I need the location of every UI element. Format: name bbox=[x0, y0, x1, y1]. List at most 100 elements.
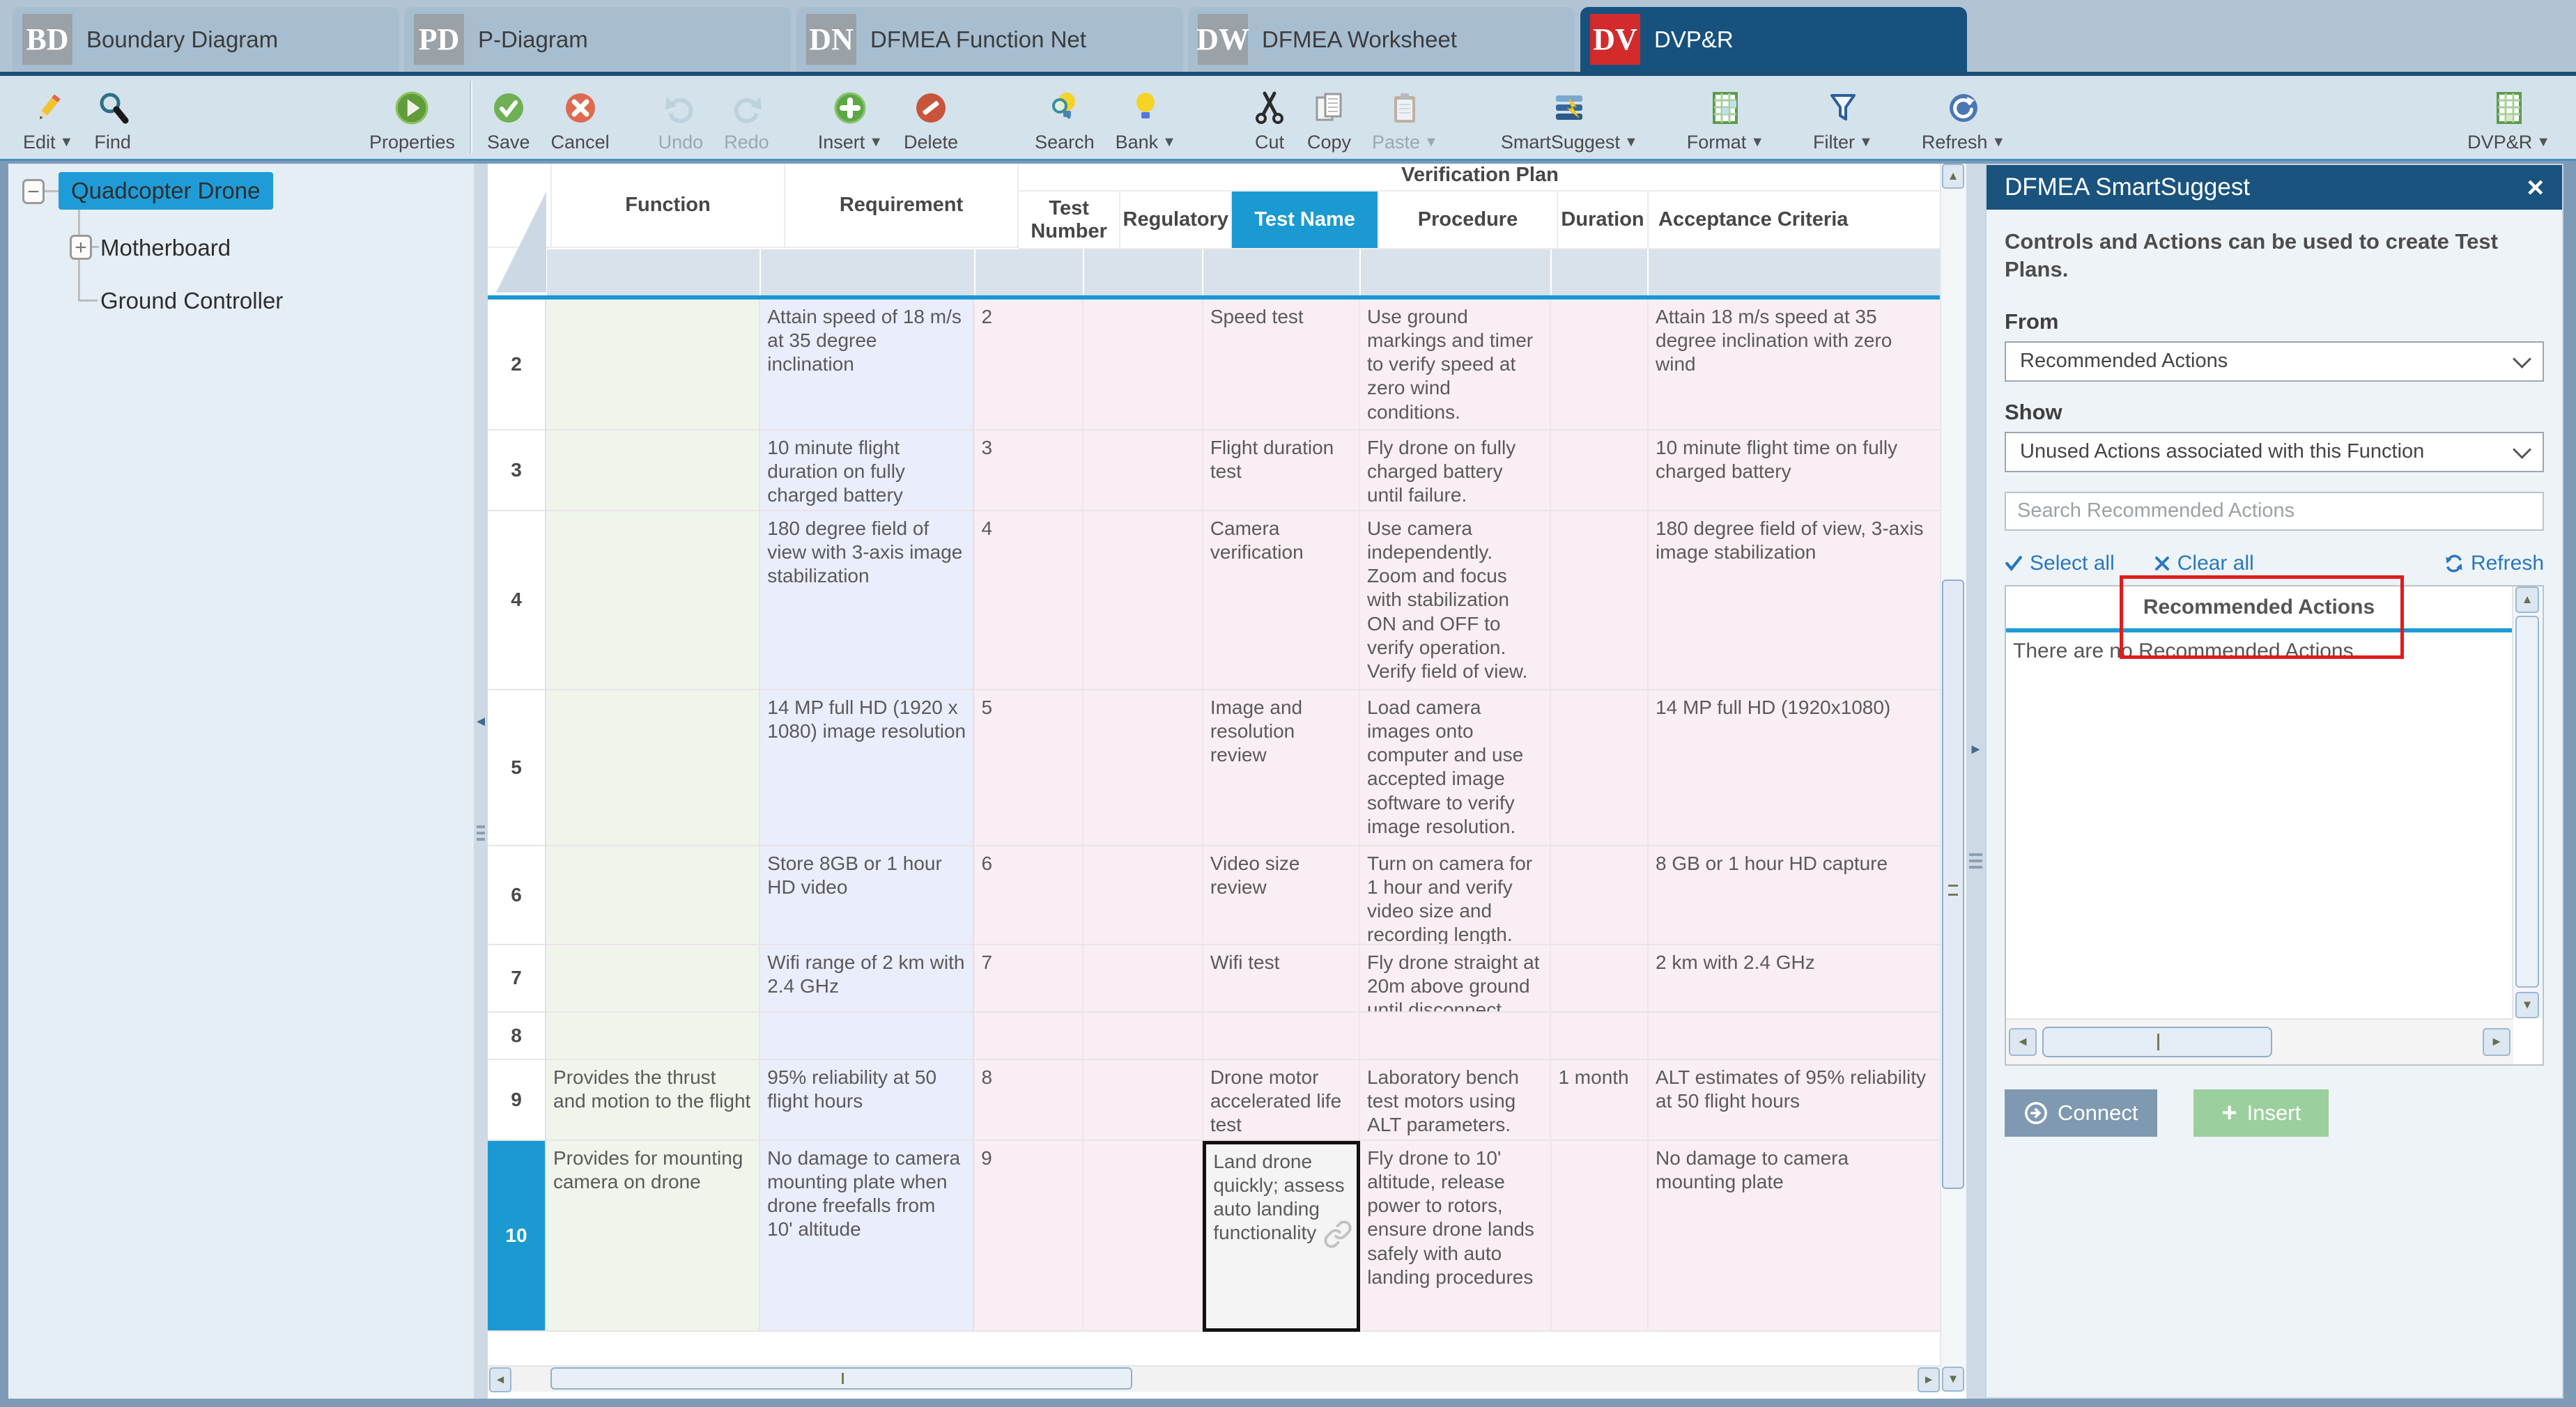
cell-procedure-row-2[interactable]: Use ground markings and timer to verify … bbox=[1360, 300, 1551, 430]
scroll-down-icon[interactable]: ▼ bbox=[1942, 1367, 1964, 1392]
clear-all-link[interactable]: Clear all bbox=[2154, 552, 2254, 575]
cell-test_name-row-2[interactable]: Speed test bbox=[1203, 300, 1360, 430]
cell-requirement-row-5[interactable]: 14 MP full HD (1920 x 1080) image resolu… bbox=[760, 690, 974, 846]
cell-acceptance-row-9[interactable]: ALT estimates of 95% reliability at 50 f… bbox=[1649, 1060, 1941, 1141]
cell-test_number-row-4[interactable]: 4 bbox=[974, 511, 1083, 690]
select-all-link[interactable]: Select all bbox=[2005, 552, 2115, 575]
edit-button[interactable]: Edit▼ bbox=[13, 76, 84, 159]
tree-node-quadcopter-drone[interactable]: Quadcopter Drone bbox=[59, 172, 273, 210]
cell-acceptance-row-7[interactable]: 2 km with 2.4 GHz bbox=[1649, 945, 1941, 1013]
row-header-9[interactable]: 9 bbox=[488, 1060, 546, 1141]
column-header-requirement[interactable]: Requirement bbox=[785, 164, 1019, 248]
from-dropdown[interactable]: Recommended Actions bbox=[2005, 341, 2544, 382]
cell-regulatory-row-5[interactable] bbox=[1083, 690, 1203, 846]
cell-procedure-row-8[interactable] bbox=[1360, 1013, 1551, 1060]
horizontal-scroll-thumb[interactable] bbox=[550, 1367, 1132, 1390]
column-header-regulatory[interactable]: Regulatory bbox=[1120, 192, 1232, 249]
cell-function-row-6[interactable] bbox=[546, 846, 760, 945]
expand-node-icon[interactable]: + bbox=[70, 235, 92, 260]
cell-acceptance-row-6[interactable]: 8 GB or 1 hour HD capture bbox=[1649, 846, 1941, 945]
scroll-right-icon[interactable]: ► bbox=[1918, 1367, 1940, 1392]
column-header-procedure[interactable]: Procedure bbox=[1379, 192, 1558, 249]
column-header-acceptance-criteria[interactable]: Acceptance Criteria bbox=[1649, 192, 1941, 249]
cell-test_number-row-6[interactable]: 6 bbox=[974, 846, 1083, 945]
cell-duration-row-10[interactable] bbox=[1552, 1141, 1649, 1332]
cell-duration-row-6[interactable] bbox=[1551, 846, 1649, 945]
collapse-node-icon[interactable]: − bbox=[22, 179, 45, 204]
list-vertical-scrollbar[interactable]: ▲ ▼ bbox=[2512, 586, 2543, 1018]
cell-regulatory-row-2[interactable] bbox=[1083, 300, 1203, 430]
column-header-function[interactable]: Function bbox=[552, 164, 785, 248]
row-header-5[interactable]: 5 bbox=[488, 690, 546, 846]
table-vertical-scrollbar[interactable]: ▲ ▼ bbox=[1940, 164, 1966, 1392]
cell-acceptance-row-4[interactable]: 180 degree field of view, 3-axis image s… bbox=[1649, 511, 1941, 690]
row-header-4[interactable]: 4 bbox=[488, 511, 546, 690]
insert-button[interactable]: Insert▼ bbox=[808, 76, 893, 159]
cell-test_name-row-3[interactable]: Flight duration test bbox=[1203, 430, 1360, 511]
collapse-left-icon[interactable]: ◄ bbox=[474, 714, 488, 730]
search-button[interactable]: Search bbox=[1024, 76, 1105, 159]
left-splitter[interactable]: ◄ bbox=[474, 164, 488, 1399]
cell-duration-row-4[interactable] bbox=[1551, 511, 1649, 690]
scroll-up-icon[interactable]: ▲ bbox=[1942, 164, 1964, 189]
cell-procedure-row-4[interactable]: Use camera independently. Zoom and focus… bbox=[1360, 511, 1551, 690]
refresh-link[interactable]: Refresh bbox=[2444, 552, 2544, 575]
tab-dvpr[interactable]: DV DVP&R bbox=[1580, 7, 1967, 72]
redo-button[interactable]: Redo bbox=[714, 76, 780, 159]
cell-regulatory-row-3[interactable] bbox=[1083, 430, 1203, 511]
cell-function-row-2[interactable] bbox=[546, 300, 760, 430]
cell-regulatory-row-6[interactable] bbox=[1083, 846, 1203, 945]
tab-p-diagram[interactable]: PD P-Diagram bbox=[404, 7, 791, 72]
cell-procedure-row-7[interactable]: Fly drone straight at 20m above ground u… bbox=[1360, 945, 1551, 1013]
cell-test_name-row-4[interactable]: Camera verification bbox=[1203, 511, 1360, 690]
cell-test_number-row-8[interactable] bbox=[974, 1013, 1083, 1060]
cell-acceptance-row-8[interactable] bbox=[1649, 1013, 1941, 1060]
scroll-down-icon[interactable]: ▼ bbox=[2515, 992, 2539, 1018]
horizontal-scroll-thumb[interactable] bbox=[2042, 1027, 2272, 1057]
recommended-actions-header[interactable]: Recommended Actions bbox=[2006, 586, 2512, 628]
insert-action-button[interactable]: + Insert bbox=[2193, 1089, 2329, 1137]
cell-function-row-7[interactable] bbox=[546, 945, 760, 1013]
format-button[interactable]: Format▼ bbox=[1676, 76, 1775, 159]
tab-dfmea-function-net[interactable]: DN DFMEA Function Net bbox=[796, 7, 1183, 72]
scroll-left-icon[interactable]: ◄ bbox=[2009, 1028, 2037, 1056]
column-header-duration[interactable]: Duration bbox=[1558, 192, 1649, 249]
cell-acceptance-row-2[interactable]: Attain 18 m/s speed at 35 degree inclina… bbox=[1649, 300, 1941, 430]
smartsuggest-button[interactable]: SmartSuggest▼ bbox=[1490, 76, 1649, 159]
cell-requirement-row-2[interactable]: Attain speed of 18 m/s at 35 degree incl… bbox=[760, 300, 974, 430]
cell-procedure-row-9[interactable]: Laboratory bench test motors using ALT p… bbox=[1360, 1060, 1551, 1141]
column-header-test-name[interactable]: Test Name bbox=[1232, 192, 1379, 249]
cell-requirement-row-9[interactable]: 95% reliability at 50 flight hours bbox=[760, 1060, 974, 1141]
cell-function-row-10[interactable]: Provides for mounting camera on drone bbox=[546, 1141, 760, 1332]
cell-requirement-row-4[interactable]: 180 degree field of view with 3-axis ima… bbox=[760, 511, 974, 690]
cell-regulatory-row-10[interactable] bbox=[1083, 1141, 1203, 1332]
cell-procedure-row-10[interactable]: Fly drone to 10' altitude, release power… bbox=[1360, 1141, 1551, 1332]
cell-test_name-row-8[interactable] bbox=[1203, 1013, 1360, 1060]
cell-duration-row-7[interactable] bbox=[1551, 945, 1649, 1013]
splitter-grip[interactable] bbox=[477, 825, 485, 844]
cell-requirement-row-8[interactable] bbox=[760, 1013, 974, 1060]
save-button[interactable]: Save bbox=[477, 76, 541, 159]
bank-button[interactable]: Bank▼ bbox=[1105, 76, 1187, 159]
vertical-scroll-thumb[interactable] bbox=[1942, 580, 1964, 1189]
cut-button[interactable]: Cut bbox=[1242, 76, 1297, 159]
cell-test_number-row-7[interactable]: 7 bbox=[974, 945, 1083, 1013]
cell-acceptance-row-3[interactable]: 10 minute flight time on fully charged b… bbox=[1649, 430, 1941, 511]
cell-test_name-row-6[interactable]: Video size review bbox=[1203, 846, 1360, 945]
tree-node-motherboard[interactable]: Motherboard bbox=[98, 231, 233, 265]
cell-test_number-row-2[interactable]: 2 bbox=[974, 300, 1083, 430]
list-horizontal-scrollbar[interactable]: ◄ ► bbox=[2006, 1018, 2513, 1064]
tree-node-ground-controller[interactable]: Ground Controller bbox=[98, 283, 286, 318]
row-header-8[interactable]: 8 bbox=[488, 1013, 546, 1060]
close-icon[interactable]: × bbox=[2527, 173, 2544, 202]
filter-button[interactable]: Filter▼ bbox=[1803, 76, 1883, 159]
scroll-right-icon[interactable]: ► bbox=[2483, 1028, 2511, 1056]
cell-test_name-row-10[interactable]: Land drone quickly; assess auto landing … bbox=[1203, 1141, 1360, 1332]
cell-requirement-row-7[interactable]: Wifi range of 2 km with 2.4 GHz bbox=[760, 945, 974, 1013]
cell-acceptance-row-5[interactable]: 14 MP full HD (1920x1080) bbox=[1649, 690, 1941, 846]
cell-test_number-row-10[interactable]: 9 bbox=[974, 1141, 1083, 1332]
cell-function-row-3[interactable] bbox=[546, 430, 760, 511]
cell-requirement-row-6[interactable]: Store 8GB or 1 hour HD video bbox=[760, 846, 974, 945]
cell-requirement-row-10[interactable]: No damage to camera mounting plate when … bbox=[760, 1141, 974, 1332]
cell-test_number-row-3[interactable]: 3 bbox=[974, 430, 1083, 511]
